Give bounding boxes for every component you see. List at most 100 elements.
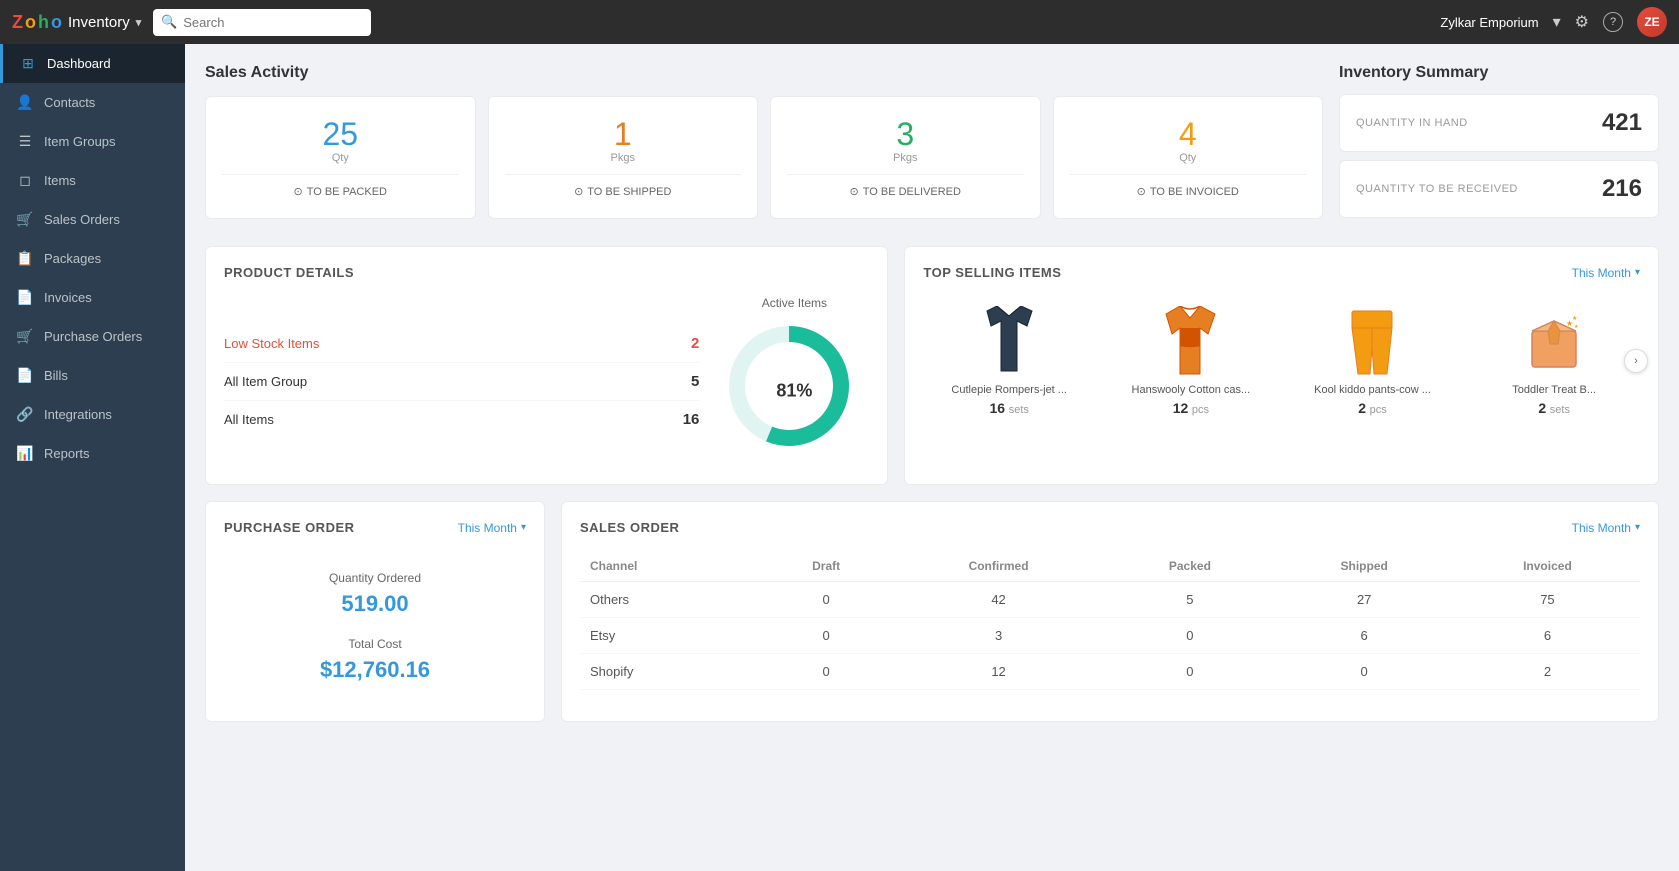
top-item-unit-label-3: sets [1550, 404, 1570, 416]
top-selling-wrapper: Cutlepie Rompers-jet ... 16 sets [923, 296, 1640, 426]
so-etsy-shipped: 6 [1273, 618, 1454, 654]
sidebar-item-bills[interactable]: 📄 Bills [0, 356, 185, 395]
romper-icon [977, 306, 1042, 376]
so-shopify-invoiced: 2 [1455, 654, 1640, 690]
top-item-1[interactable]: Hanswooly Cotton cas... 12 pcs [1105, 296, 1277, 426]
inventory-summary-title: Inventory Summary [1339, 64, 1659, 82]
po-cost-value: $12,760.16 [224, 657, 526, 683]
so-table-head: Channel Draft Confirmed Packed Shipped I… [580, 551, 1640, 582]
help-icon[interactable]: ? [1603, 12, 1623, 32]
gear-icon[interactable]: ⚙ [1575, 12, 1589, 32]
delivered-check-icon: ⊙ [850, 185, 859, 198]
sales-order-period[interactable]: This Month ▾ [1572, 521, 1640, 535]
zoho-logo: Zoho [12, 12, 62, 33]
invoiced-value: 4 [1070, 117, 1307, 152]
so-col-confirmed: Confirmed [891, 551, 1107, 582]
donut-label: Active Items [719, 296, 869, 310]
sidebar-item-reports[interactable]: 📊 Reports [0, 434, 185, 473]
sidebar-label-sales-orders: Sales Orders [44, 212, 120, 227]
sidebar-item-packages[interactable]: 📋 Packages [0, 239, 185, 278]
shipped-label: ⊙ TO BE SHIPPED [505, 174, 742, 198]
sidebar-item-invoices[interactable]: 📄 Invoices [0, 278, 185, 317]
sidebar-item-purchase-orders[interactable]: 🛒 Purchase Orders [0, 317, 185, 356]
app-name: Inventory [68, 14, 130, 31]
search-input[interactable] [153, 9, 371, 36]
so-shopify-channel: Shopify [580, 654, 761, 690]
top-item-qty-row-2: 2 pcs [1293, 400, 1453, 416]
top-item-img-0 [974, 306, 1044, 376]
activity-card-packed[interactable]: 25 Qty ⊙ TO BE PACKED [205, 96, 476, 219]
sales-order-section: SALES ORDER This Month ▾ Channel Draft C… [561, 501, 1659, 722]
purchase-orders-icon: 🛒 [16, 328, 34, 345]
low-stock-label[interactable]: Low Stock Items [224, 336, 319, 351]
app-dropdown-icon[interactable]: ▾ [136, 16, 142, 29]
sidebar-item-item-groups[interactable]: ☰ Item Groups [0, 122, 185, 161]
activity-card-delivered[interactable]: 3 Pkgs ⊙ TO BE DELIVERED [770, 96, 1041, 219]
shipped-check-icon: ⊙ [574, 185, 583, 198]
topbar: Zoho Inventory ▾ 🔍 Zylkar Emporium ▾ ⚙ ?… [0, 0, 1679, 44]
item-group-label: All Item Group [224, 374, 307, 389]
inv-card-in-hand: QUANTITY IN HAND 421 [1339, 94, 1659, 152]
top-item-unit-label-2: pcs [1370, 404, 1387, 416]
invoiced-label: ⊙ TO BE INVOICED [1070, 174, 1307, 198]
top-item-2[interactable]: Kool kiddo pants-cow ... 2 pcs [1287, 296, 1459, 426]
dropdown-icon[interactable]: ▾ [1553, 12, 1561, 32]
so-table-body: Others 0 42 5 27 75 Etsy 0 3 0 6 6 [580, 582, 1640, 690]
sweater-icon [1158, 306, 1223, 376]
sidebar-item-items[interactable]: ◻ Items [0, 161, 185, 200]
invoiced-check-icon: ⊙ [1137, 185, 1146, 198]
sidebar-item-sales-orders[interactable]: 🛒 Sales Orders [0, 200, 185, 239]
so-others-shipped: 27 [1273, 582, 1454, 618]
inv-in-hand-value: 421 [1602, 109, 1642, 137]
top-item-img-3: ★ ★ ★ [1519, 306, 1589, 376]
top-item-qty-1: 12 [1173, 400, 1189, 416]
donut-percentage: 81% [776, 381, 812, 402]
topbar-right: Zylkar Emporium ▾ ⚙ ? ZE [1440, 7, 1667, 37]
top-item-qty-0: 16 [990, 400, 1006, 416]
product-details-section: PRODUCT DETAILS Low Stock Items 2 All It… [205, 246, 888, 485]
sidebar-item-dashboard[interactable]: ⊞ Dashboard [0, 44, 185, 83]
so-etsy-packed: 0 [1106, 618, 1273, 654]
app-logo[interactable]: Zoho Inventory ▾ [12, 12, 141, 33]
top-item-0[interactable]: Cutlepie Rompers-jet ... 16 sets [923, 296, 1095, 426]
svg-text:★: ★ [1572, 315, 1577, 322]
top-item-qty-2: 2 [1358, 400, 1366, 416]
packed-value: 25 [222, 117, 459, 152]
item-group-value: 5 [691, 373, 699, 390]
sales-order-chevron: ▾ [1635, 522, 1640, 533]
purchase-order-title: PURCHASE ORDER [224, 520, 355, 535]
packed-label: ⊙ TO BE PACKED [222, 174, 459, 198]
top-item-img-2 [1338, 306, 1408, 376]
top-item-unit-label-0: sets [1009, 404, 1029, 416]
sidebar-label-purchase-orders: Purchase Orders [44, 329, 142, 344]
product-layout: Low Stock Items 2 All Item Group 5 All I… [224, 296, 869, 466]
top-item-qty-row-1: 12 pcs [1111, 400, 1271, 416]
top-item-unit-label-1: pcs [1192, 404, 1209, 416]
sidebar-label-bills: Bills [44, 368, 68, 383]
bills-icon: 📄 [16, 367, 34, 384]
so-col-packed: Packed [1106, 551, 1273, 582]
top-selling-next-btn[interactable]: › [1624, 349, 1648, 373]
so-etsy-confirmed: 3 [891, 618, 1107, 654]
product-details-header: PRODUCT DETAILS [224, 265, 869, 280]
top-item-qty-row-3: 2 sets [1474, 400, 1634, 416]
so-shopify-packed: 0 [1106, 654, 1273, 690]
sidebar-label-integrations: Integrations [44, 407, 112, 422]
purchase-order-period[interactable]: This Month ▾ [458, 521, 526, 535]
sidebar-item-integrations[interactable]: 🔗 Integrations [0, 395, 185, 434]
top-selling-header: TOP SELLING ITEMS This Month ▾ [923, 265, 1640, 280]
sidebar-item-contacts[interactable]: 👤 Contacts [0, 83, 185, 122]
purchase-order-header: PURCHASE ORDER This Month ▾ [224, 520, 526, 535]
top-row: Sales Activity 25 Qty ⊙ TO BE PACKED 1 P… [205, 64, 1659, 226]
main-content: Sales Activity 25 Qty ⊙ TO BE PACKED 1 P… [185, 44, 1679, 871]
top-selling-period[interactable]: This Month ▾ [1572, 266, 1640, 280]
svg-text:★: ★ [1574, 324, 1579, 330]
avatar[interactable]: ZE [1637, 7, 1667, 37]
all-items-value: 16 [683, 411, 700, 428]
activity-card-shipped[interactable]: 1 Pkgs ⊙ TO BE SHIPPED [488, 96, 759, 219]
top-item-3[interactable]: ★ ★ ★ Toddler Treat B... 2 sets [1468, 296, 1640, 426]
shipped-unit: Pkgs [505, 152, 742, 164]
po-cost-label: Total Cost [224, 637, 526, 651]
activity-card-invoiced[interactable]: 4 Qty ⊙ TO BE INVOICED [1053, 96, 1324, 219]
so-etsy-channel: Etsy [580, 618, 761, 654]
